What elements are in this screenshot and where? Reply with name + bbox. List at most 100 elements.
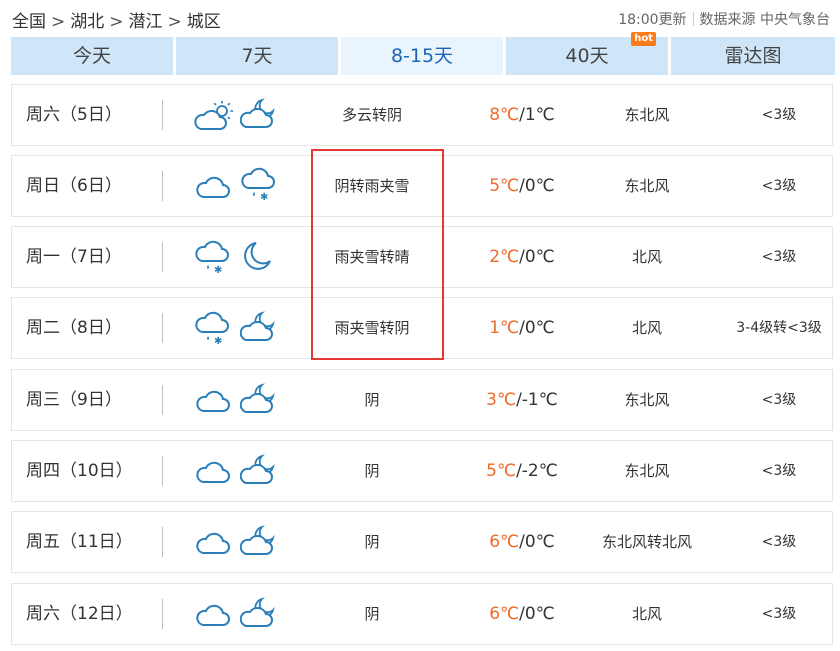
temp-low: /0℃ [519, 532, 555, 552]
divider [162, 385, 163, 415]
divider [162, 456, 163, 486]
forecast-row: 周六（5日） 多云转阴 8℃/1℃ 东北风 <3级 [11, 84, 833, 146]
sleet-icon: ✱ [195, 311, 229, 346]
temp-high: 1℃ [489, 318, 520, 338]
temp-low: /1℃ [519, 105, 555, 125]
weather-icons [194, 525, 294, 561]
divider [162, 313, 163, 343]
svg-text:✱: ✱ [214, 336, 222, 346]
forecast-row: 周三（9日） 阴 3℃/-1℃ 东北风 <3级 [11, 369, 833, 431]
weather-desc: 雨夹雪转阴 [334, 319, 410, 337]
day-label: 周六（12日） [26, 604, 133, 624]
divider [162, 527, 163, 557]
tab-radar[interactable]: 雷达图 [671, 37, 835, 75]
wind-direction: 东北风转北风 [601, 533, 692, 551]
sleet-icon: ✱ [241, 167, 275, 202]
weather-icons: ✱ [194, 167, 294, 205]
weather-desc: 阴 [364, 605, 380, 623]
weather-icons [194, 597, 294, 633]
weather-icons [194, 98, 294, 134]
temperature: 5℃/0℃ [452, 156, 592, 216]
cloud-icon [196, 604, 230, 626]
temp-high: 5℃ [489, 176, 520, 196]
temp-high: 6℃ [489, 604, 520, 624]
temp-low: /0℃ [519, 247, 555, 267]
wind-direction: 东北风 [624, 391, 670, 409]
wind-direction: 东北风 [624, 177, 670, 195]
temp-low: /0℃ [519, 176, 555, 196]
day-label: 周三（9日） [26, 390, 122, 410]
crescent-moon-icon [244, 242, 271, 270]
temp-high: 6℃ [489, 532, 520, 552]
day-label: 周一（7日） [26, 247, 122, 267]
top-bar: 全国 > 湖北 > 潜江 > 城区 18:00更新 数据来源 中央气象台 [0, 0, 840, 36]
weather-icons: ✱ [194, 311, 294, 347]
weather-desc: 阴转雨夹雪 [334, 177, 410, 195]
wind-direction: 东北风 [624, 106, 670, 124]
temp-high: 2℃ [489, 247, 520, 267]
breadcrumb-district: 城区 [186, 12, 221, 32]
temp-low: /0℃ [519, 318, 555, 338]
tab-7-days[interactable]: 7天 [176, 37, 338, 75]
forecast-row: 周日（6日） ✱ 阴转雨夹雪 5℃/0℃ 东北风 <3级 [11, 155, 833, 217]
data-source-info: 18:00更新 数据来源 中央气象台 [618, 9, 830, 29]
wind-level: 3-4级转<3级 [736, 320, 822, 336]
day-label: 周日（6日） [26, 176, 122, 196]
wind-level: <3级 [761, 249, 797, 265]
cloud-icon [196, 390, 230, 412]
partly-cloudy-sun-icon [194, 101, 233, 130]
divider [692, 12, 694, 26]
wind-level: <3级 [761, 178, 797, 194]
tab-today[interactable]: 今天 [11, 37, 173, 75]
divider [162, 100, 163, 130]
temp-high: 3℃ [486, 390, 517, 410]
weather-desc: 阴 [364, 533, 380, 551]
temp-high: 8℃ [489, 105, 520, 125]
weather-desc: 阴 [364, 462, 380, 480]
forecast-row: 周四（10日） 阴 5℃/-2℃ 东北风 <3级 [11, 440, 833, 502]
weather-icons [194, 454, 294, 490]
temp-low: /-1℃ [516, 390, 558, 410]
cloud-icon [196, 461, 230, 483]
temperature: 2℃/0℃ [452, 227, 592, 287]
cloudy-moon-icon [240, 311, 275, 341]
svg-text:✱: ✱ [260, 192, 268, 202]
day-label: 周四（10日） [26, 461, 133, 481]
cloudy-moon-icon [240, 597, 275, 627]
divider [162, 242, 163, 272]
forecast-row: 周一（7日） ✱ 雨夹雪转晴 2℃/0℃ 北风 <3级 [11, 226, 833, 288]
forecast-row: 周五（11日） 阴 6℃/0℃ 东北风转北风 <3级 [11, 511, 833, 573]
breadcrumb-national[interactable]: 全国 [12, 12, 46, 32]
wind-level: <3级 [761, 534, 797, 550]
temp-high: 5℃ [486, 461, 517, 481]
cloudy-moon-icon [240, 98, 275, 128]
breadcrumb-separator: > [51, 12, 66, 32]
divider [162, 599, 163, 629]
update-time: 18:00更新 [618, 12, 687, 28]
hot-badge: hot [631, 32, 656, 46]
wind-level: <3级 [761, 107, 797, 123]
tab-40-days[interactable]: 40天 hot [506, 32, 668, 75]
day-label: 周五（11日） [26, 532, 133, 552]
source-label: 数据来源 [699, 12, 756, 28]
cloudy-moon-icon [240, 525, 275, 555]
temperature: 8℃/1℃ [452, 85, 592, 145]
forecast-tabs: 今天 7天 8-15天 40天 hot 雷达图 [11, 32, 835, 75]
breadcrumb-city[interactable]: 潜江 [129, 12, 163, 32]
wind-level: <3级 [761, 606, 797, 622]
sleet-icon: ✱ [195, 240, 229, 275]
wind-direction: 东北风 [624, 462, 670, 480]
divider [162, 171, 163, 201]
cloudy-moon-icon [240, 454, 275, 484]
breadcrumb-province[interactable]: 湖北 [70, 12, 104, 32]
breadcrumb-separator: > [109, 12, 124, 32]
weather-icons: ✱ [194, 240, 294, 276]
forecast-row: 周二（8日） ✱ 雨夹雪转阴 1℃/0℃ 北风 3-4级转<3级 [11, 297, 833, 359]
svg-text:✱: ✱ [214, 265, 222, 275]
wind-direction: 北风 [631, 319, 662, 337]
temp-low: /-2℃ [516, 461, 558, 481]
temperature: 3℃/-1℃ [452, 370, 592, 430]
source-name: 中央气象台 [760, 12, 830, 28]
weather-desc: 雨夹雪转晴 [334, 248, 410, 266]
tab-8-15-days[interactable]: 8-15天 [341, 37, 503, 75]
